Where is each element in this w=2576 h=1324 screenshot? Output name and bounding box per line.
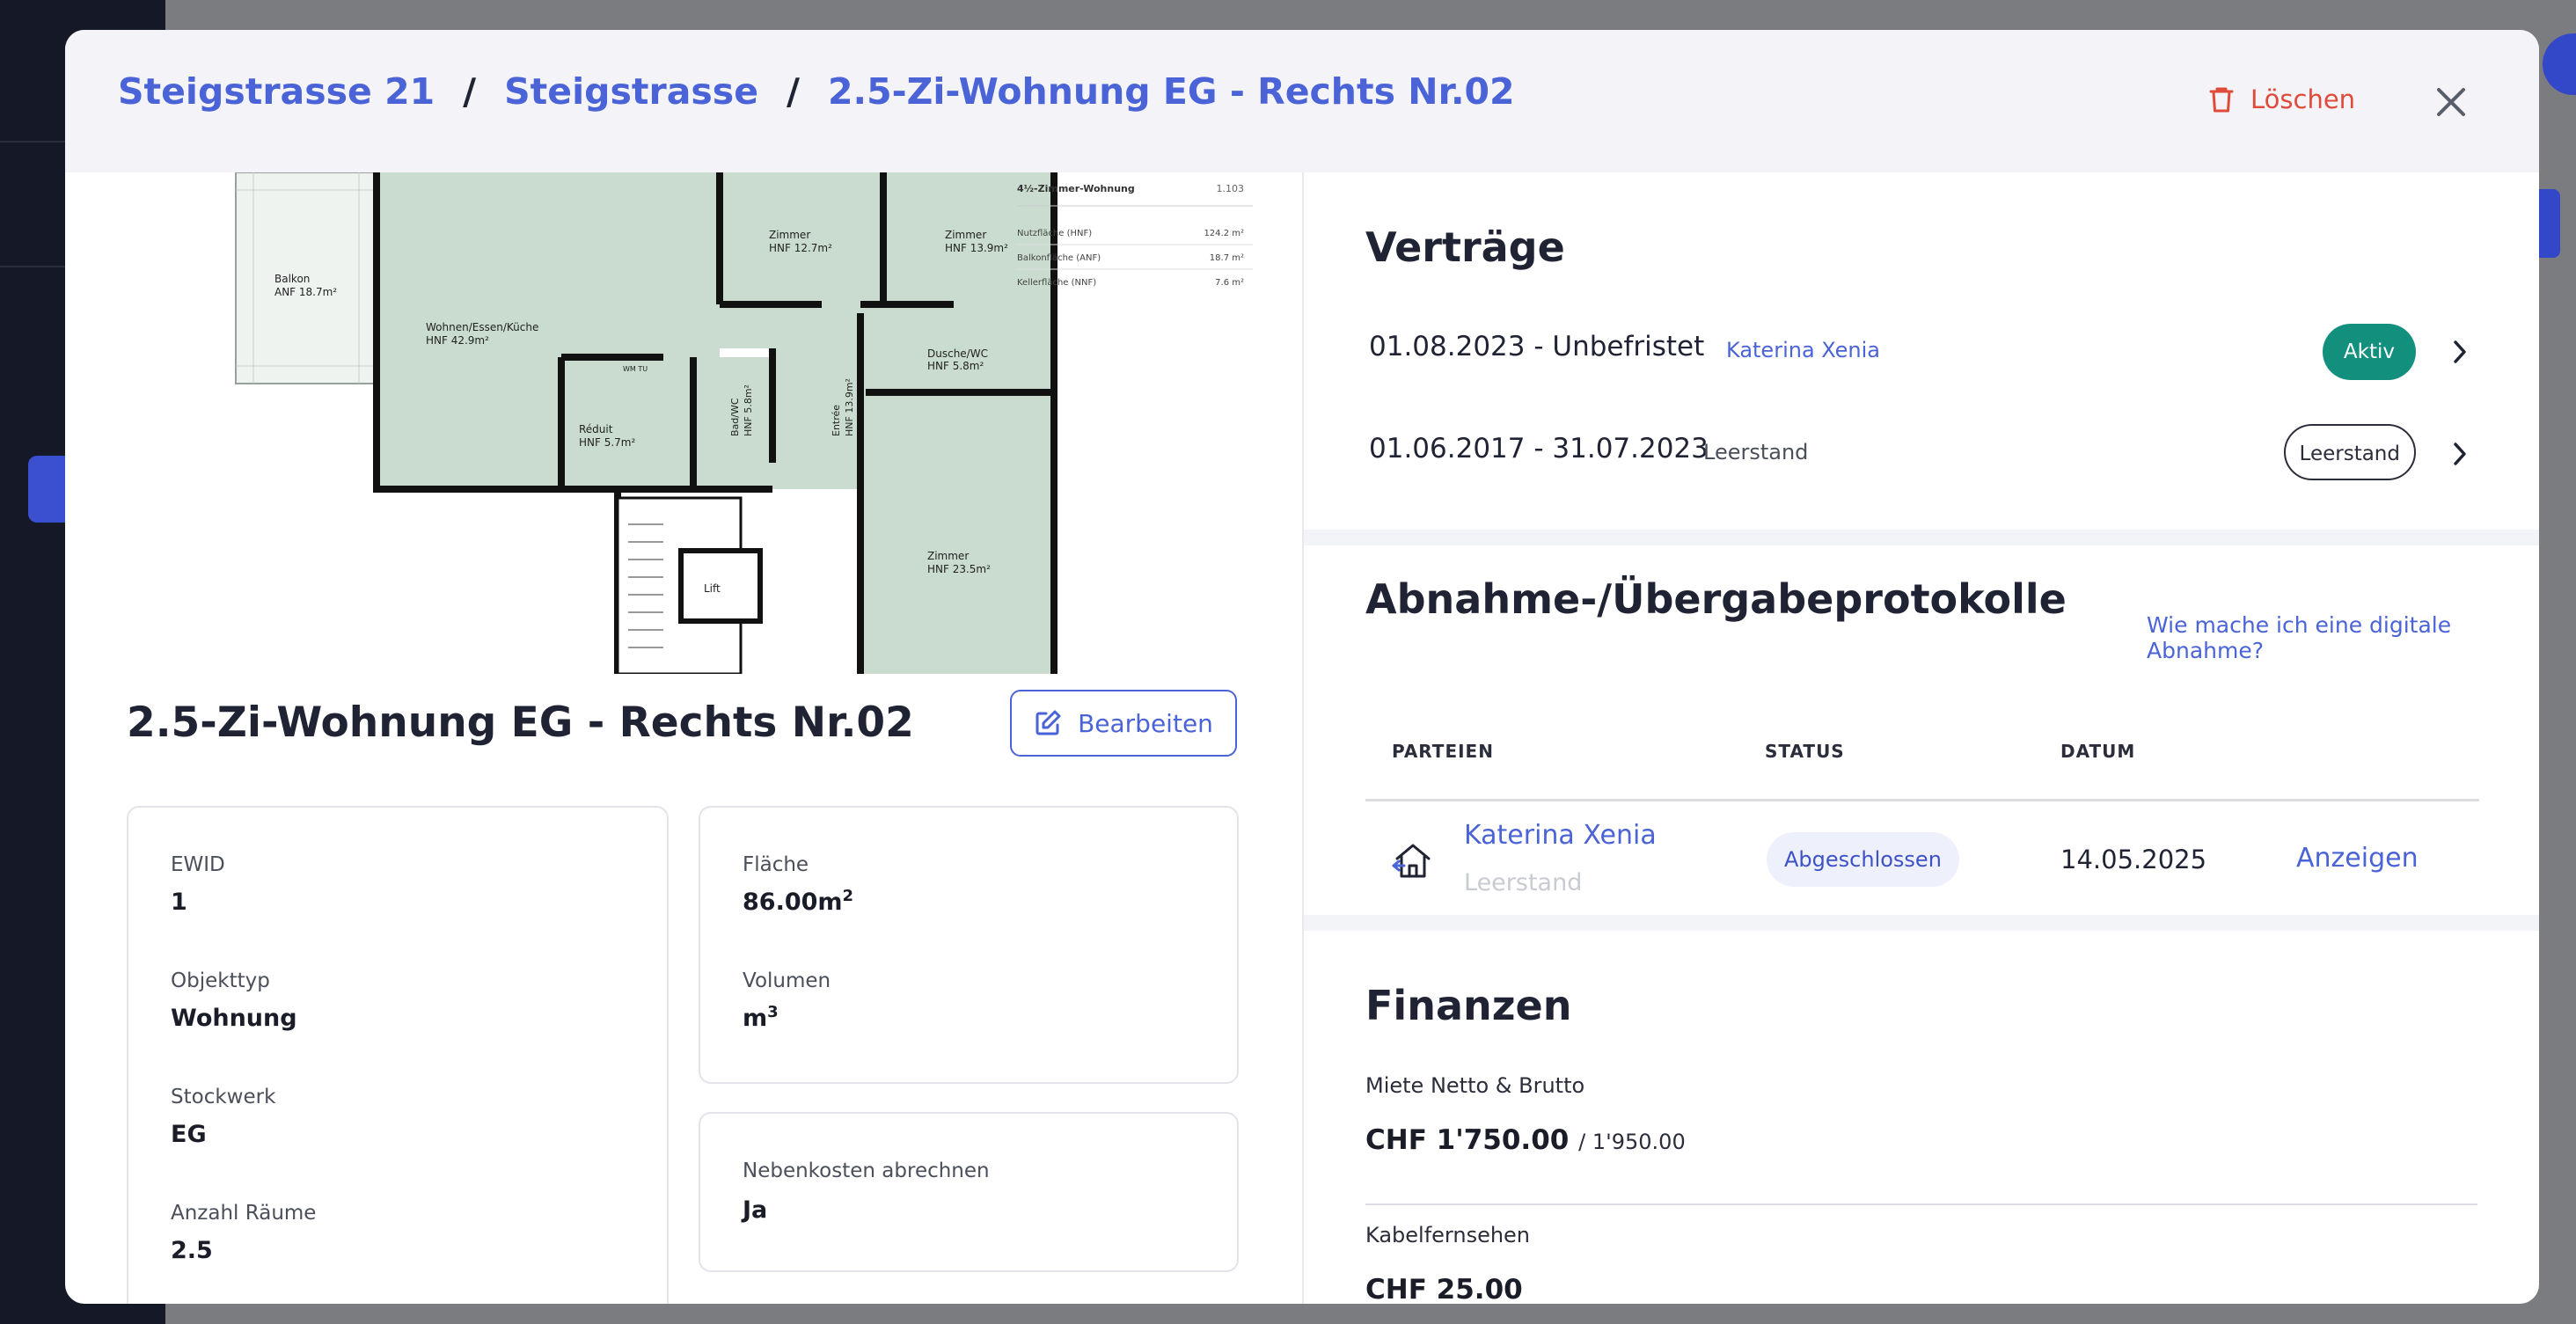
column-header-datum: DATUM [2060, 741, 2136, 762]
delete-label: Löschen [2250, 84, 2356, 114]
area-volume-card: Fläche 86.00m2 Volumen m3 [699, 806, 1239, 1084]
trash-icon [2209, 87, 2234, 113]
close-icon[interactable] [2432, 83, 2470, 121]
status-badge-completed: Abgeschlossen [1767, 832, 1959, 887]
status-badge-active: Aktiv [2322, 324, 2416, 380]
background-button [2537, 189, 2560, 258]
edit-icon [1036, 710, 1061, 735]
chevron-right-icon[interactable] [2451, 338, 2469, 366]
room-label-entree: Entrée [831, 405, 842, 436]
column-divider [1302, 172, 1304, 1304]
room-label-zimmer: Zimmer [945, 229, 986, 241]
floor-plan-image: Balkon ANF 18.7m² Lift Wohnen/Essen/Küch… [171, 172, 1279, 674]
field-value-volumen: m3 [743, 1003, 779, 1032]
unit-detail-modal: Steigstrasse 21 / Steigstrasse / 2.5-Zi-… [65, 30, 2539, 1304]
cable-value: CHF 25.00 [1365, 1274, 1523, 1304]
contract-vacancy: Leerstand [1703, 440, 1809, 464]
field-label-stockwerk: Stockwerk [171, 1086, 276, 1108]
field-value-flaeche: 86.00m2 [743, 887, 854, 916]
view-protocol-link[interactable]: Anzeigen [2296, 843, 2419, 874]
contracts-title: Verträge [1365, 223, 1565, 271]
delete-button[interactable]: Löschen [2208, 84, 2355, 114]
column-header-status: STATUS [1765, 741, 1845, 762]
room-label-zimmer: Zimmer [927, 550, 969, 562]
field-label-objekttyp: Objekttyp [171, 969, 270, 992]
status-badge-vacant: Leerstand [2283, 424, 2416, 480]
legend-row-label: Kellerfläche (NNF) [1017, 278, 1096, 288]
room-label-bad: Bad/WC [729, 398, 741, 436]
field-label-flaeche: Fläche [743, 853, 809, 876]
room-area-wohnen: HNF 42.9m² [426, 334, 489, 347]
room-area-balkon: ANF 18.7m² [274, 286, 337, 298]
rent-value: CHF 1'750.00 / 1'950.00 [1365, 1124, 1686, 1156]
house-move-in-icon [1392, 844, 1431, 878]
column-header-parteien: PARTEIEN [1392, 741, 1494, 762]
contract-dates: 01.06.2017 - 31.07.2023 [1369, 433, 1709, 464]
field-label-nebenkosten: Nebenkosten abrechnen [743, 1159, 990, 1182]
legend-row-label: Balkonfläche (ANF) [1017, 253, 1101, 263]
rent-label: Miete Netto & Brutto [1365, 1073, 1585, 1098]
room-area-entree: HNF 13.9m² [844, 378, 855, 436]
contract-row[interactable]: 01.06.2017 - 31.07.2023 Leerstand Leerst… [1369, 424, 2469, 480]
field-value-stockwerk: EG [171, 1121, 207, 1148]
field-value-nebenkosten: Ja [743, 1196, 768, 1224]
breadcrumb: Steigstrasse 21 / Steigstrasse / 2.5-Zi-… [118, 70, 1515, 113]
modal-header: Steigstrasse 21 / Steigstrasse / 2.5-Zi-… [65, 30, 2539, 172]
room-area-zimmer: HNF 23.5m² [927, 563, 991, 575]
edit-label: Bearbeiten [1078, 708, 1213, 738]
field-label-ewid: EWID [171, 853, 225, 876]
help-link[interactable]: Wie mache ich eine digitale Abnahme? [2147, 612, 2539, 663]
field-label-volumen: Volumen [743, 969, 831, 992]
breadcrumb-separator: / [787, 70, 800, 113]
party-sub: Leerstand [1464, 869, 1583, 896]
party-name-link[interactable]: Katerina Xenia [1464, 820, 1657, 851]
protocols-title: Abnahme-/Übergabeprotokolle [1365, 575, 2067, 623]
room-label-wohnen: Wohnen/Essen/Küche [426, 321, 538, 333]
contract-tenant-link[interactable]: Katerina Xenia [1726, 338, 1880, 362]
room-label-balkon: Balkon [274, 273, 310, 285]
contract-row[interactable]: 01.08.2023 - Unbefristet Katerina Xenia … [1369, 324, 2469, 380]
table-header-divider [1365, 799, 2479, 801]
legend-number: 1.103 [1217, 183, 1245, 194]
section-separator [1304, 530, 2539, 545]
protocol-date: 14.05.2025 [2060, 845, 2207, 874]
legend-row-value: 124.2 m² [1204, 229, 1244, 238]
cable-label: Kabelfernsehen [1365, 1223, 1531, 1247]
finance-divider [1365, 1203, 2477, 1205]
legend-row-value: 18.7 m² [1210, 253, 1244, 263]
room-label-reduit: Réduit [579, 423, 613, 435]
room-area-bad: HNF 5.8m² [743, 384, 754, 436]
room-label-lift: Lift [704, 582, 721, 595]
background-button [2543, 33, 2576, 95]
field-value-anzahl-raeume: 2.5 [171, 1237, 213, 1264]
nebenkosten-card: Nebenkosten abrechnen Ja [699, 1112, 1239, 1272]
room-area-zimmer: HNF 12.7m² [769, 242, 832, 254]
breadcrumb-item-unit[interactable]: 2.5-Zi-Wohnung EG - Rechts Nr.02 [828, 70, 1515, 113]
legend-row-value: 7.6 m² [1215, 278, 1244, 288]
breadcrumb-item-property[interactable]: Steigstrasse 21 [118, 70, 435, 113]
room-label-wm: WM TU [623, 365, 648, 373]
room-label-dusche: Dusche/WC [927, 347, 988, 360]
legend-row-label: Nutzfläche (HNF) [1017, 229, 1092, 238]
field-value-ewid: 1 [171, 889, 187, 916]
edit-button[interactable]: Bearbeiten [1010, 690, 1237, 757]
finances-title: Finanzen [1365, 982, 1572, 1029]
breadcrumb-separator: / [463, 70, 477, 113]
unit-title: 2.5-Zi-Wohnung EG - Rechts Nr.02 [127, 699, 914, 747]
section-separator [1304, 915, 2539, 931]
breadcrumb-item-building[interactable]: Steigstrasse [504, 70, 758, 113]
room-area-reduit: HNF 5.7m² [579, 436, 635, 449]
legend-title: 4½-Zimmer-Wohnung [1017, 183, 1135, 194]
contract-dates: 01.08.2023 - Unbefristet [1369, 331, 1705, 362]
chevron-right-icon[interactable] [2451, 440, 2469, 468]
field-label-anzahl-raeume: Anzahl Räume [171, 1202, 317, 1225]
field-value-objekttyp: Wohnung [171, 1005, 297, 1032]
room-area-zimmer: HNF 13.9m² [945, 242, 1008, 254]
unit-info-card: EWID 1 Objekttyp Wohnung Stockwerk EG An… [127, 806, 669, 1304]
room-area-dusche: HNF 5.8m² [927, 360, 984, 372]
room-label-zimmer: Zimmer [769, 229, 810, 241]
